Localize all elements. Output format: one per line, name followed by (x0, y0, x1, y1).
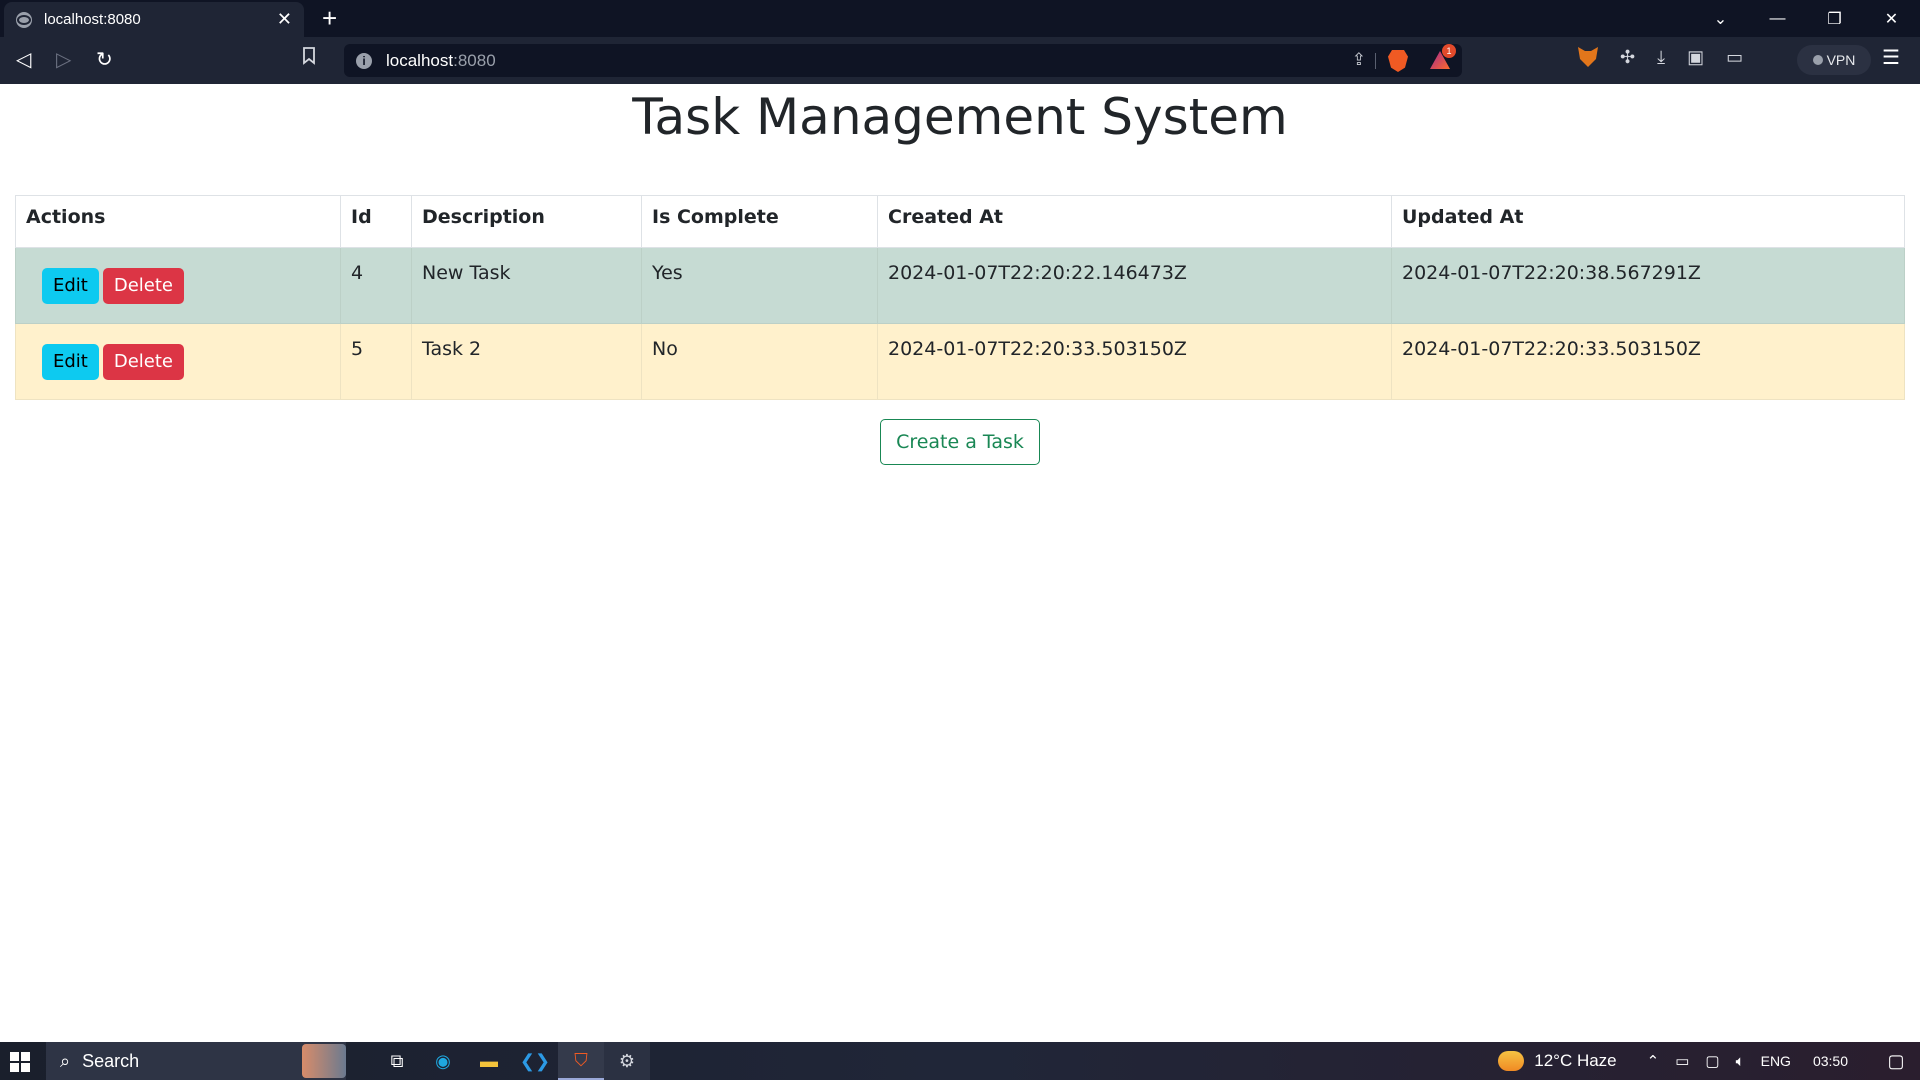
system-tray: 12°C Haze ⌃ ▭ ▢ 🔈︎ ENG 03:50 ▢ (1498, 1042, 1920, 1080)
browser-toolbar: ◁ ▷ ↻ i localhost:8080 ⇪ 1 ✣ ⤓ ▣ ▭ VPN ☰ (0, 37, 1920, 84)
url-host: localhost (386, 50, 454, 70)
forward-button[interactable]: ▷ (56, 47, 71, 72)
browser-tabstrip: localhost:8080 ✕ + ⌄ — ❐ ✕ (0, 0, 1920, 37)
bookmark-button[interactable] (302, 47, 316, 70)
brave-shields-icon[interactable] (1388, 50, 1408, 72)
browser-tab-active[interactable]: localhost:8080 ✕ (4, 2, 304, 37)
cell-updated-at: 2024-01-07T22:20:33.503150Z (1391, 323, 1905, 400)
edit-button[interactable]: Edit (42, 268, 99, 304)
row-actions: Edit Delete (15, 247, 341, 324)
cell-created-at: 2024-01-07T22:20:22.146473Z (877, 247, 1392, 324)
header-description: Description (411, 195, 642, 248)
download-icon[interactable]: ⤓ (1657, 47, 1665, 68)
page-title: Task Management System (632, 88, 1288, 146)
header-id: Id (340, 195, 412, 248)
cell-description: New Task (411, 247, 642, 324)
table-row: Edit Delete 5 Task 2 No 2024-01-07T22:20:… (15, 323, 1905, 400)
pinned-apps: ⧉ ◉ ▬ ❮❯ ⛉ ⚙ (374, 1042, 650, 1080)
window-controls: ⌄ — ❐ ✕ (1692, 0, 1920, 37)
header-actions: Actions (15, 195, 341, 248)
edit-button[interactable]: Edit (42, 344, 99, 380)
cell-is-complete: Yes (641, 247, 878, 324)
cell-is-complete: No (641, 323, 878, 400)
file-explorer-icon[interactable]: ▬ (466, 1042, 512, 1080)
globe-icon (16, 11, 32, 28)
brave-browser-icon[interactable]: ⛉ (558, 1042, 604, 1080)
cell-description: Task 2 (411, 323, 642, 400)
task-view-icon[interactable]: ⧉ (374, 1042, 420, 1080)
windows-start-icon[interactable] (10, 1052, 30, 1072)
extensions-puzzle-icon[interactable]: ✣ (1620, 47, 1635, 68)
vscode-icon[interactable]: ❮❯ (512, 1042, 558, 1080)
minimize-button[interactable]: — (1749, 0, 1806, 37)
close-window-button[interactable]: ✕ (1863, 0, 1920, 37)
edge-browser-icon[interactable]: ◉ (420, 1042, 466, 1080)
site-info-icon[interactable]: i (356, 52, 372, 69)
metamask-fox-icon[interactable] (1578, 47, 1598, 67)
windows-taskbar: ⌕ Search ⧉ ◉ ▬ ❮❯ ⛉ ⚙ 12°C Haze ⌃ ▭ ▢ 🔈︎… (0, 1042, 1920, 1080)
weather-icon[interactable] (1498, 1051, 1525, 1071)
back-button[interactable]: ◁ (16, 47, 31, 72)
tab-search-dropdown-icon[interactable]: ⌄ (1692, 0, 1749, 37)
table-row: Edit Delete 4 New Task Yes 2024-01-07T22:… (15, 247, 1905, 324)
rewards-badge: 1 (1442, 44, 1456, 58)
vpn-status-icon (1812, 55, 1823, 65)
sidebar-icon[interactable]: ▣ (1687, 47, 1704, 68)
wallet-icon[interactable]: ▭ (1726, 47, 1743, 68)
volume-icon[interactable]: 🔈︎ (1736, 1053, 1745, 1070)
cell-created-at: 2024-01-07T22:20:33.503150Z (877, 323, 1392, 400)
close-tab-icon[interactable]: ✕ (277, 9, 292, 30)
chevron-up-icon[interactable]: ⌃ (1647, 1052, 1660, 1070)
taskbar-search-label: Search (82, 1050, 140, 1071)
row-actions: Edit Delete (15, 323, 341, 400)
main-menu-button[interactable]: ☰ (1882, 45, 1900, 70)
page-content: Task Management System Actions Id Descri… (0, 84, 1920, 1042)
bookmark-icon (303, 47, 315, 65)
new-tab-button[interactable]: + (322, 4, 337, 32)
cell-id: 4 (340, 247, 412, 324)
search-icon: ⌕ (60, 1050, 71, 1071)
create-task-button[interactable]: Create a Task (880, 419, 1040, 465)
delete-button[interactable]: Delete (102, 268, 185, 304)
delete-button[interactable]: Delete (102, 344, 185, 380)
table-header-row: Actions Id Description Is Complete Creat… (15, 195, 1905, 248)
notification-center-icon[interactable]: ▢ (1872, 1051, 1920, 1072)
create-task-container: Create a Task (0, 419, 1920, 465)
header-is-complete: Is Complete (641, 195, 878, 248)
language-indicator[interactable]: ENG (1761, 1053, 1791, 1069)
header-updated-at: Updated At (1391, 195, 1905, 248)
vpn-label: VPN (1826, 52, 1856, 68)
tab-title: localhost:8080 (44, 11, 141, 28)
cell-id: 5 (340, 323, 412, 400)
address-bar[interactable]: i localhost:8080 ⇪ 1 (344, 44, 1462, 77)
vpn-button[interactable]: VPN (1797, 45, 1871, 75)
clock[interactable]: 03:50 (1813, 1053, 1848, 1069)
network-icon[interactable]: ▢ (1705, 1052, 1719, 1070)
battery-icon[interactable]: ▭ (1675, 1052, 1689, 1070)
url-port: :8080 (453, 50, 496, 70)
header-created-at: Created At (877, 195, 1392, 248)
cell-updated-at: 2024-01-07T22:20:38.567291Z (1391, 247, 1905, 324)
search-highlight-image (302, 1044, 346, 1078)
settings-app-icon[interactable]: ⚙ (604, 1042, 650, 1080)
weather-text[interactable]: 12°C Haze (1534, 1051, 1616, 1071)
task-table: Actions Id Description Is Complete Creat… (15, 195, 1905, 400)
taskbar-search[interactable]: ⌕ Search (46, 1042, 346, 1080)
share-icon[interactable]: ⇪ (1352, 50, 1366, 70)
extension-icons: ✣ ⤓ ▣ ▭ (1578, 47, 1743, 68)
restore-button[interactable]: ❐ (1806, 0, 1863, 37)
address-bar-divider (1375, 53, 1376, 69)
reload-button[interactable]: ↻ (96, 47, 113, 72)
